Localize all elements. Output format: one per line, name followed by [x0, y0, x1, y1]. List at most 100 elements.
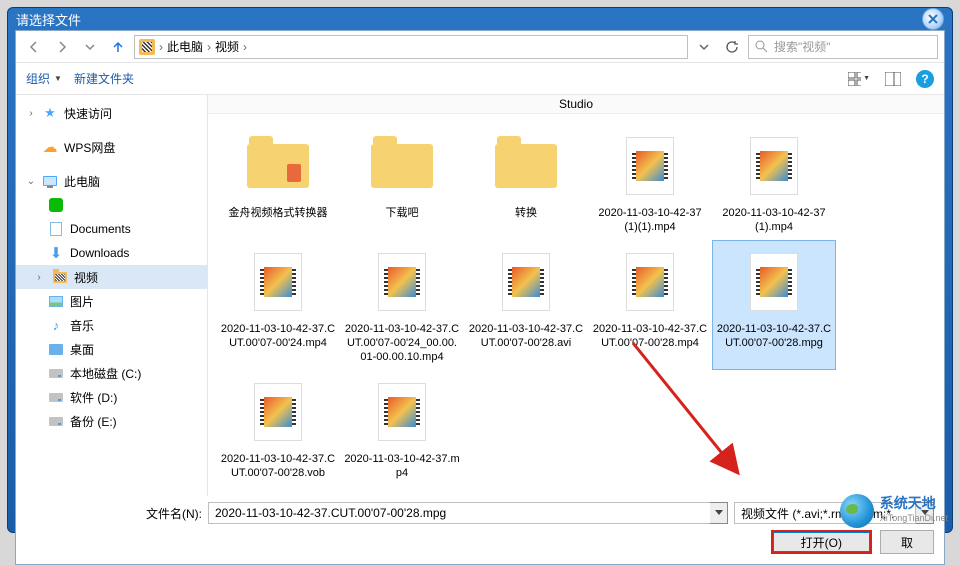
video-file-icon — [254, 253, 302, 311]
video-file-icon — [502, 253, 550, 311]
video-file-icon — [254, 383, 302, 441]
open-button[interactable]: 打开(O) — [771, 530, 872, 554]
file-label: 2020-11-03-10-42-37.CUT.00'07-00'28.mp4 — [592, 322, 708, 350]
filename-input[interactable] — [208, 502, 710, 524]
search-icon — [755, 40, 768, 53]
close-icon — [928, 14, 938, 24]
navbar: › 此电脑 › 视频 › 搜索"视频" — [16, 31, 944, 63]
file-label: 转换 — [515, 206, 537, 220]
wechat-icon — [49, 198, 63, 212]
pc-icon — [43, 176, 57, 186]
file-label: 2020-11-03-10-42-37.CUT.00'07-00'24_00.0… — [344, 322, 460, 364]
sidebar-music[interactable]: ♪音乐 — [16, 313, 207, 337]
file-item[interactable]: 转换 — [464, 124, 588, 240]
titlebar: 请选择文件 — [8, 8, 952, 30]
cloud-icon: ☁ — [42, 139, 58, 155]
recent-dropdown[interactable] — [78, 35, 102, 59]
file-item[interactable]: 2020-11-03-10-42-37.CUT.00'07-00'24_00.0… — [340, 240, 464, 370]
download-icon: ⬇ — [48, 245, 64, 261]
file-item[interactable]: 金舟视频格式转换器 — [216, 124, 340, 240]
filename-dropdown[interactable] — [710, 502, 728, 524]
video-folder-icon — [53, 272, 67, 283]
chevron-down-icon — [921, 510, 929, 516]
back-button[interactable] — [22, 35, 46, 59]
search-box[interactable]: 搜索"视频" — [748, 35, 938, 59]
folder-icon — [371, 144, 433, 188]
file-item[interactable]: 2020-11-03-10-42-37.CUT.00'07-00'24.mp4 — [216, 240, 340, 370]
sidebar-downloads[interactable]: ⬇Downloads — [16, 241, 207, 265]
breadcrumb-videos[interactable]: 视频 — [215, 38, 239, 55]
search-placeholder: 搜索"视频" — [774, 38, 831, 55]
breadcrumb[interactable]: › 此电脑 › 视频 › — [134, 35, 688, 59]
sidebar-documents[interactable]: Documents — [16, 217, 207, 241]
window-title: 请选择文件 — [16, 10, 922, 29]
drive-icon — [49, 369, 63, 378]
file-label: 2020-11-03-10-42-37(1).mp4 — [716, 206, 832, 234]
file-grid: 金舟视频格式转换器下载吧转换 2020-11-03-10-42-37(1)(1).… — [208, 114, 944, 496]
help-icon: ? — [921, 72, 928, 86]
sidebar-wechat[interactable] — [16, 193, 207, 217]
forward-button[interactable] — [50, 35, 74, 59]
preview-icon — [885, 72, 901, 86]
file-item[interactable]: 2020-11-03-10-42-37.mp4 — [340, 370, 464, 486]
file-label: 2020-11-03-10-42-37(1)(1).mp4 — [592, 206, 708, 234]
cancel-button[interactable]: 取 — [880, 530, 934, 554]
sidebar-pictures[interactable]: 图片 — [16, 289, 207, 313]
file-item[interactable]: 2020-11-03-10-42-37.CUT.00'07-00'28.avi — [464, 240, 588, 370]
sidebar-drive-c[interactable]: 本地磁盘 (C:) — [16, 361, 207, 385]
filetype-filter[interactable]: 视频文件 (*.avi;*.rmvb;*.rm;*. — [734, 502, 916, 524]
folder-icon — [247, 144, 309, 188]
sidebar-this-pc[interactable]: ⌄此电脑 — [16, 169, 207, 193]
chevron-right-icon: › — [26, 108, 36, 119]
arrow-right-icon — [55, 40, 69, 54]
new-folder-button[interactable]: 新建文件夹 — [74, 70, 134, 87]
file-item[interactable]: 2020-11-03-10-42-37.CUT.00'07-00'28.vob — [216, 370, 340, 486]
sidebar-drive-e[interactable]: 备份 (E:) — [16, 409, 207, 433]
file-label: 2020-11-03-10-42-37.mp4 — [344, 452, 460, 480]
video-file-icon — [750, 253, 798, 311]
help-button[interactable]: ? — [916, 70, 934, 88]
preview-pane-button[interactable] — [882, 68, 904, 90]
main-body: ›★快速访问 ☁WPS网盘 ⌄此电脑 Documents ⬇Downloads … — [16, 95, 944, 496]
file-item[interactable]: 2020-11-03-10-42-37.CUT.00'07-00'28.mp4 — [588, 240, 712, 370]
filename-label: 文件名(N): — [26, 505, 202, 522]
chevron-right-icon: › — [207, 40, 211, 54]
view-options-button[interactable]: ▼ — [848, 68, 870, 90]
file-label: 2020-11-03-10-42-37.CUT.00'07-00'28.mpg — [716, 322, 832, 350]
folder-icon — [495, 144, 557, 188]
up-button[interactable] — [106, 35, 130, 59]
star-icon: ★ — [42, 105, 58, 121]
organize-button[interactable]: 组织▼ — [26, 70, 62, 87]
close-button[interactable] — [922, 8, 944, 30]
sidebar-wps[interactable]: ☁WPS网盘 — [16, 135, 207, 159]
breadcrumb-dropdown[interactable] — [692, 35, 716, 59]
sidebar-desktop[interactable]: 桌面 — [16, 337, 207, 361]
drive-icon — [49, 393, 63, 402]
file-item[interactable]: 2020-11-03-10-42-37(1)(1).mp4 — [588, 124, 712, 240]
chevron-right-icon: › — [243, 40, 247, 54]
sidebar-videos[interactable]: ›视频 — [16, 265, 207, 289]
file-item[interactable]: 2020-11-03-10-42-37(1).mp4 — [712, 124, 836, 240]
arrow-up-icon — [111, 40, 125, 54]
file-item[interactable]: 2020-11-03-10-42-37.CUT.00'07-00'28.mpg — [712, 240, 836, 370]
file-dialog: 请选择文件 › 此电脑 › 视频 › 搜索"视频" — [7, 7, 953, 533]
nav-sidebar: ›★快速访问 ☁WPS网盘 ⌄此电脑 Documents ⬇Downloads … — [16, 95, 208, 496]
dialog-body: › 此电脑 › 视频 › 搜索"视频" 组织▼ 新建文件夹 ▼ ? ›★快速访问 — [15, 30, 945, 565]
music-icon: ♪ — [48, 317, 64, 333]
sidebar-drive-d[interactable]: 软件 (D:) — [16, 385, 207, 409]
group-header: Studio — [208, 95, 944, 114]
video-file-icon — [626, 137, 674, 195]
filetype-dropdown[interactable] — [916, 502, 934, 524]
document-icon — [50, 222, 62, 236]
refresh-button[interactable] — [720, 35, 744, 59]
view-icon — [848, 72, 861, 86]
file-item[interactable]: 下载吧 — [340, 124, 464, 240]
refresh-icon — [725, 40, 739, 54]
chevron-down-icon — [715, 510, 723, 516]
sidebar-quick-access[interactable]: ›★快速访问 — [16, 101, 207, 125]
chevron-down-icon: ⌄ — [26, 176, 36, 187]
breadcrumb-thispc[interactable]: 此电脑 — [167, 38, 203, 55]
video-file-icon — [750, 137, 798, 195]
drive-icon — [49, 417, 63, 426]
video-file-icon — [378, 383, 426, 441]
